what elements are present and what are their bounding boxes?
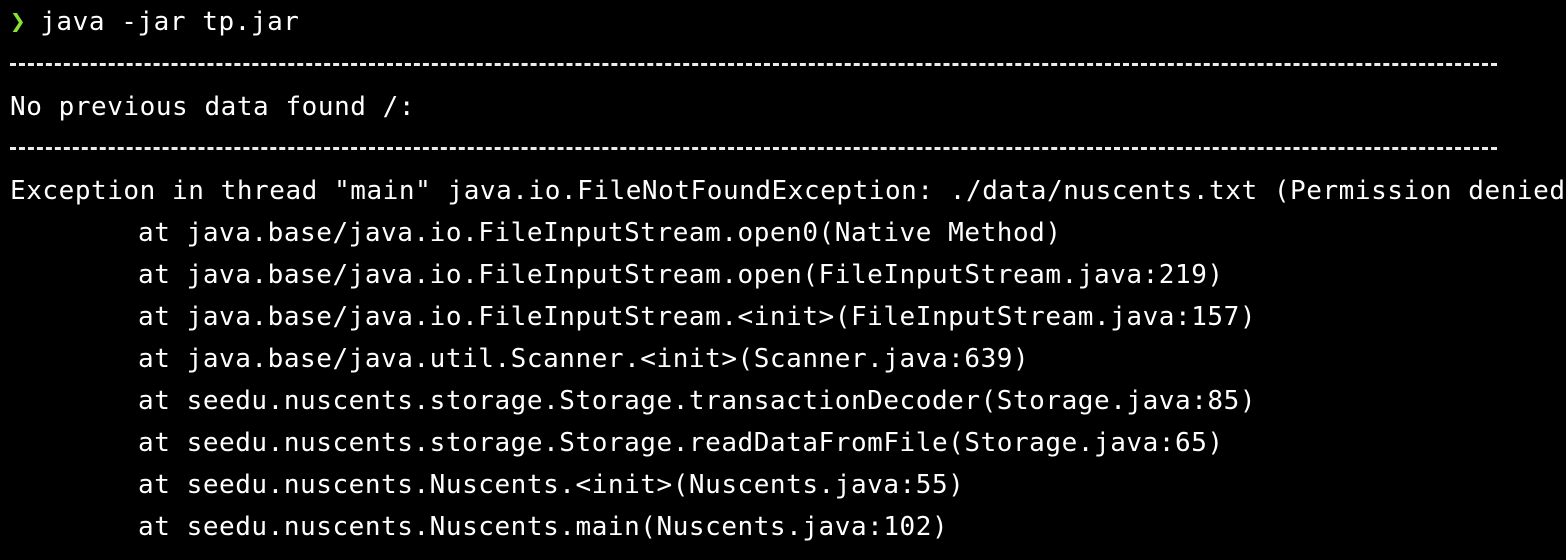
stack-trace-line: at seedu.nuscents.storage.Storage.transa… (138, 386, 1257, 416)
command-line: ❯ java -jar tp.jar (10, 1, 299, 43)
stack-trace-line: at java.base/java.io.FileInputStream.ope… (138, 260, 1224, 290)
stack-trace-line: at java.base/java.io.FileInputStream.<in… (138, 302, 1257, 332)
separator-line (10, 147, 1497, 150)
stack-trace-line: at seedu.nuscents.storage.Storage.readDa… (138, 428, 1224, 458)
stack-trace-line: at java.base/java.util.Scanner.<init>(Sc… (138, 344, 1030, 374)
stack-trace-line: at java.base/java.io.FileInputStream.ope… (138, 218, 1062, 248)
terminal-window[interactable]: ❯ java -jar tp.jar No previous data found… (0, 0, 1566, 560)
exception-message: Exception in thread "main" java.io.FileN… (10, 176, 1566, 206)
command-text: java -jar tp.jar (40, 7, 300, 37)
stack-trace-line: at seedu.nuscents.Nuscents.main(Nuscents… (138, 512, 949, 542)
separator-line (10, 63, 1497, 66)
no-data-message: No previous data found /: (10, 92, 416, 122)
stack-trace-line: at seedu.nuscents.Nuscents.<init>(Nuscen… (138, 470, 965, 500)
prompt-chevron-icon: ❯ (10, 7, 27, 37)
